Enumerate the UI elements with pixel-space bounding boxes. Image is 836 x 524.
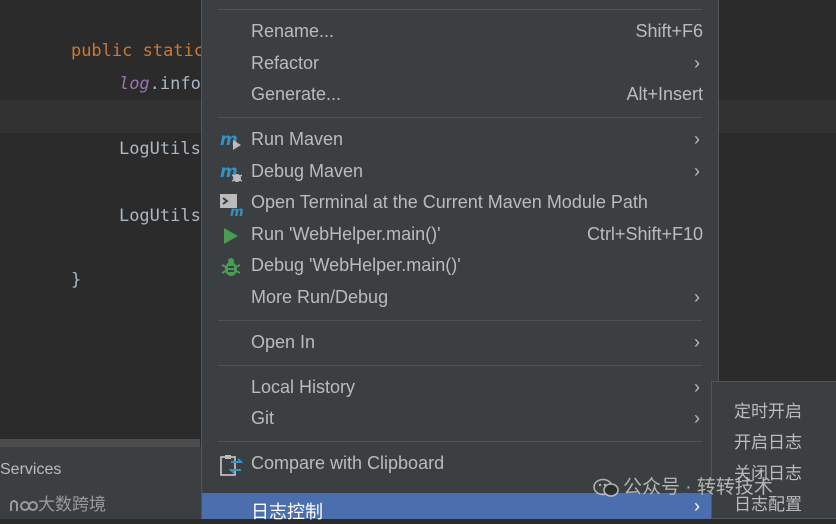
menu-separator [218, 365, 702, 366]
menu-item-label: Local History [251, 377, 356, 397]
menu-item-label: Compare with Clipboard [251, 453, 445, 473]
menu-item-shortcut: Alt+Insert [626, 84, 703, 104]
watermark-logo-icon [10, 499, 38, 511]
horizontal-scrollbar[interactable] [0, 439, 200, 447]
menu-item-label: Open In [251, 332, 316, 352]
menu-item-label: Debug Maven [251, 161, 364, 181]
chevron-right-icon: › [694, 161, 700, 181]
menu-item-open-terminal-maven[interactable]: m Open Terminal at the Current Maven Mod… [202, 188, 718, 220]
code-line-1[interactable]: public static v [30, 3, 225, 61]
menu-item-label: Run Maven [251, 129, 344, 149]
maven-debug-icon: m [220, 162, 243, 184]
compare-clipboard-icon [220, 454, 244, 476]
submenu-item-scheduled-enable[interactable]: 定时开启 [734, 397, 802, 422]
menu-item-rename[interactable]: Rename... Shift+F6 [202, 17, 718, 47]
context-menu: Rename... Shift+F6 Refactor › Generate..… [201, 0, 719, 522]
debug-icon [220, 256, 242, 278]
menu-item-label: Refactor [251, 53, 320, 73]
menu-item-label: Debug 'WebHelper.main()' [251, 255, 461, 275]
chevron-right-icon: › [694, 408, 700, 428]
log-field: log [118, 74, 150, 94]
menu-item-label: More Run/Debug [251, 287, 389, 307]
menu-item-generate[interactable]: Generate... Alt+Insert [202, 80, 718, 110]
menu-item-label: Git [251, 408, 275, 428]
menu-item-label: 日志控制 [251, 502, 323, 522]
terminal-maven-icon: m [220, 193, 244, 220]
svg-text:m: m [230, 205, 244, 217]
menu-item-shortcut: Ctrl+Shift+F10 [586, 224, 703, 244]
menu-separator [218, 320, 702, 321]
menu-item-local-history[interactable]: Local History › [202, 373, 718, 403]
menu-separator [218, 117, 702, 118]
menu-item-open-in[interactable]: Open In › [202, 328, 718, 358]
menu-item-git[interactable]: Git › [202, 404, 718, 434]
menu-item-more-run-debug[interactable]: More Run/Debug › [202, 283, 718, 313]
logutils-class: LogUtils. [118, 139, 212, 159]
code-line-5[interactable]: } [30, 232, 81, 290]
watermark-left: 大数跨境 [8, 490, 106, 515]
menu-item-refactor[interactable]: Refactor › [202, 49, 718, 79]
chevron-right-icon: › [694, 496, 700, 516]
menu-item-run-webhelper[interactable]: Run 'WebHelper.main()' Ctrl+Shift+F10 [202, 220, 718, 250]
maven-run-icon: m [220, 130, 242, 152]
submenu-item-enable-log[interactable]: 开启日志 [734, 428, 802, 453]
watermark-left-text: 大数跨境 [38, 495, 106, 514]
run-icon [220, 225, 242, 247]
chevron-right-icon: › [694, 377, 700, 397]
chevron-right-icon: › [694, 129, 700, 149]
menu-item-run-maven[interactable]: m Run Maven › [202, 125, 718, 155]
menu-separator [218, 441, 702, 442]
menu-separator [218, 9, 702, 10]
chevron-right-icon: › [694, 332, 700, 352]
watermark-right-text: 公众号 · 转转技术 [623, 477, 773, 498]
wechat-icon [593, 478, 619, 497]
services-tab[interactable]: Services [0, 461, 61, 479]
logutils-class: LogUtils. [118, 206, 212, 226]
chevron-right-icon: › [694, 53, 700, 73]
menu-item-label: Rename... [251, 21, 335, 41]
menu-item-shortcut: Shift+F6 [635, 21, 703, 41]
menu-item-label: Run 'WebHelper.main()' [251, 224, 441, 244]
menu-item-label: Generate... [251, 84, 342, 104]
watermark-right: 公众号 · 转转技术 [593, 472, 773, 499]
chevron-right-icon: › [694, 287, 700, 307]
closing-brace: } [70, 270, 82, 290]
menu-item-label: Open Terminal at the Current Maven Modul… [251, 192, 648, 212]
menu-item-debug-maven[interactable]: m Debug Maven › [202, 157, 718, 187]
menu-item-debug-webhelper[interactable]: Debug 'WebHelper.main()' [202, 251, 718, 281]
